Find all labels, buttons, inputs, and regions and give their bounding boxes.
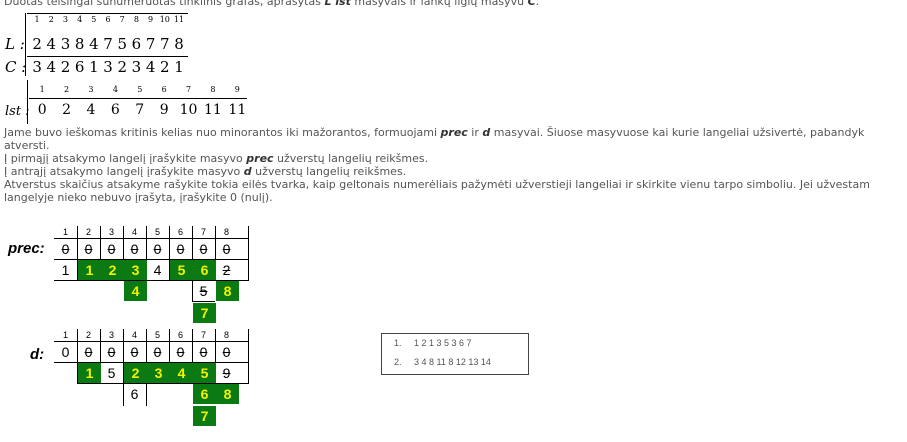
l-array: 24384756778 (32, 35, 184, 53)
prec-index: 5 (154, 227, 160, 237)
d-hidden-cell: 1 (78, 363, 101, 383)
d-index: 8 (223, 330, 229, 340)
instruction-line-4: Į antrąjį atsakymo langelį įrašykite mas… (4, 165, 407, 178)
answer-number-2: 2. (394, 357, 402, 367)
lc-index-row: 1 2 3 4 5 6 7 8 9 10 11 (34, 15, 185, 24)
d-index: 4 (131, 330, 137, 340)
d-cell: 9 (222, 365, 231, 381)
d-hidden-cell: 8 (216, 384, 239, 404)
prec-cell: 0 (153, 241, 162, 257)
d-index: 3 (108, 330, 114, 340)
answer-number-1: 1. (394, 338, 402, 348)
c-array: 34261323421 (32, 58, 184, 76)
d-index: 2 (85, 330, 91, 340)
instruction-line-3: Į pirmąjį atsakymo langelį įrašykite mas… (4, 152, 429, 165)
d-cell: 0 (199, 344, 208, 360)
answers-box[interactable]: 1. 1 2 1 3 5 3 6 7 2. 3 4 8 11 8 12 13 14 (381, 333, 529, 375)
lst-label: lst : (5, 104, 30, 119)
prec-hidden-cell: 1 (78, 260, 101, 280)
d-label: d: (30, 346, 45, 363)
d-hidden-cell: 7 (193, 406, 216, 426)
d-cell: 0 (61, 344, 70, 360)
answer-row-1[interactable]: 1. 1 2 1 3 5 3 6 7 (394, 338, 472, 348)
prec-hidden-cell: 5 (170, 260, 193, 280)
prec-cell: 0 (199, 241, 208, 257)
prec-index: 3 (108, 227, 114, 237)
d-cell: 0 (84, 344, 93, 360)
prec-cell: 0 (107, 241, 116, 257)
d-cell: 0 (222, 344, 231, 360)
d-hidden-cell: 6 (193, 384, 216, 404)
instruction-line-1: Jame buvo ieškomas kritinis kelias nuo m… (4, 126, 865, 139)
d-hidden-cell: 4 (170, 363, 193, 383)
prec-cell: 0 (176, 241, 185, 257)
d-index: 7 (200, 330, 206, 340)
d-cell: 0 (130, 344, 139, 360)
prec-cell: 0 (61, 241, 70, 257)
prec-hidden-cell: 4 (124, 281, 147, 301)
prec-hidden-cell: 3 (124, 260, 147, 280)
d-cell: 0 (153, 344, 162, 360)
d-cell: 6 (130, 386, 139, 402)
prec-cell: 5 (199, 283, 208, 299)
lst-array: 0 2 4 6 7 9 10 11 11 (37, 102, 247, 118)
instruction-line-6: langelyje nieko nebuvo įrašyta, įrašykit… (4, 191, 273, 204)
d-index: 1 (62, 330, 68, 340)
prec-hidden-cell: 7 (193, 303, 216, 323)
d-hidden-cell: 3 (147, 363, 170, 383)
prec-index: 7 (200, 227, 206, 237)
d-cell: 0 (107, 344, 116, 360)
d-hidden-cell: 5 (193, 363, 216, 383)
d-hidden-cell: 2 (124, 363, 147, 383)
intro-bold-c: C (527, 0, 536, 8)
prec-cell: 0 (222, 241, 231, 257)
prec-cell: 4 (153, 262, 162, 278)
arrays-figure: prec: 1 2 3 4 5 6 7 8 0 0 0 0 0 0 0 0 1 … (2, 222, 262, 439)
l-label: L : (5, 35, 25, 53)
instruction-line-2: atversti. (4, 139, 50, 152)
instruction-line-5: Atverstus skaičius atsakyme rašykite tok… (4, 178, 870, 191)
prec-hidden-cell: 6 (193, 260, 216, 280)
prec-cell: 1 (61, 262, 70, 278)
prec-index: 6 (177, 227, 183, 237)
prec-cell: 0 (130, 241, 139, 257)
prec-index: 1 (62, 227, 68, 237)
prec-label: prec: (8, 240, 45, 257)
answer-row-2[interactable]: 2. 3 4 8 11 8 12 13 14 (394, 357, 491, 367)
lst-index-row: 123456789 (39, 85, 240, 94)
prec-hidden-cell: 2 (101, 260, 124, 280)
prec-cell: 2 (222, 262, 231, 278)
prec-index: 8 (223, 227, 229, 237)
d-index: 5 (154, 330, 160, 340)
intro-bold-llst: L lst (324, 0, 351, 8)
intro-text: Duotas teisingai sunumeruotas tinklinis … (4, 0, 539, 8)
answer-value-1[interactable]: 1 2 1 3 5 3 6 7 (414, 338, 472, 348)
prec-hidden-cell: 8 (216, 281, 239, 301)
prec-index: 2 (85, 227, 91, 237)
d-cell: 5 (107, 365, 116, 381)
prec-cell: 0 (84, 241, 93, 257)
answer-value-2[interactable]: 3 4 8 11 8 12 13 14 (414, 357, 491, 367)
prec-index: 4 (131, 227, 137, 237)
d-cell: 0 (176, 344, 185, 360)
d-index: 6 (177, 330, 183, 340)
c-label: C : (5, 58, 27, 76)
